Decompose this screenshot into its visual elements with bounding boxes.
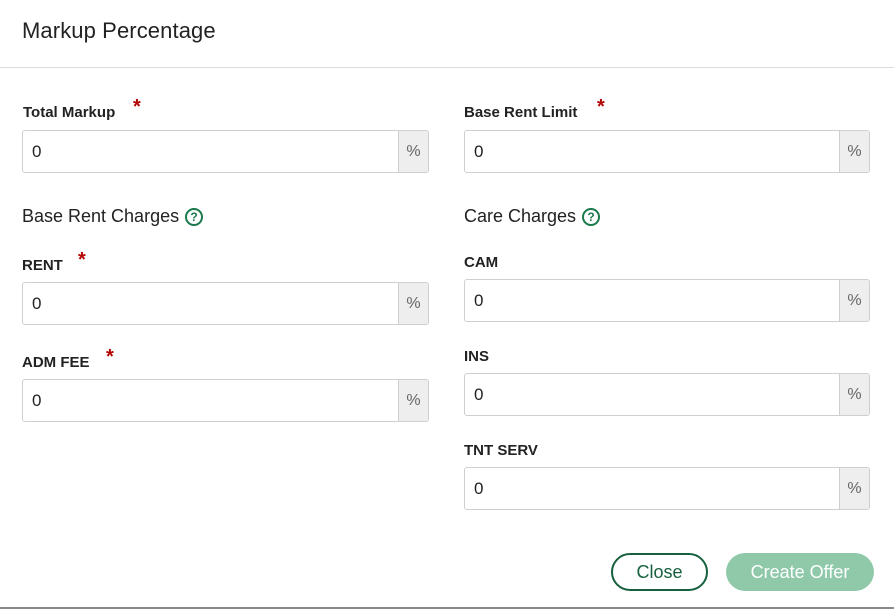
rent-label-text: RENT xyxy=(22,257,63,274)
dialog-bottom-border xyxy=(0,607,894,609)
required-marker: * xyxy=(106,346,114,368)
tnt-serv-input[interactable] xyxy=(465,468,839,509)
adm-fee-label-text: ADM FEE xyxy=(22,354,90,371)
base-rent-limit-input[interactable] xyxy=(465,131,839,172)
dialog-title: Markup Percentage xyxy=(22,18,216,43)
percent-addon: % xyxy=(839,131,869,172)
total-markup-input[interactable] xyxy=(23,131,398,172)
total-markup-input-group: % xyxy=(22,130,429,173)
base-rent-limit-label-text: Base Rent Limit xyxy=(464,104,578,121)
cam-input-group: % xyxy=(464,279,870,322)
ins-label: INS xyxy=(464,348,490,365)
question-circle-icon[interactable]: ? xyxy=(185,207,204,226)
percent-addon: % xyxy=(839,468,869,509)
care-charges-heading: Care Charges ? xyxy=(464,206,601,227)
required-marker: * xyxy=(133,96,141,118)
adm-fee-input[interactable] xyxy=(23,380,398,421)
ins-input[interactable] xyxy=(465,374,839,415)
close-button[interactable]: Close xyxy=(611,553,708,591)
total-markup-label: Total Markup * xyxy=(23,96,141,121)
adm-fee-input-group: % xyxy=(22,379,429,422)
base-rent-limit-input-group: % xyxy=(464,130,870,173)
percent-addon: % xyxy=(398,131,428,172)
percent-addon: % xyxy=(839,280,869,321)
percent-addon: % xyxy=(398,380,428,421)
base-rent-charges-heading: Base Rent Charges ? xyxy=(22,206,204,227)
tnt-serv-input-group: % xyxy=(464,467,870,510)
rent-input-group: % xyxy=(22,282,429,325)
ins-input-group: % xyxy=(464,373,870,416)
required-marker: * xyxy=(78,249,86,271)
rent-input[interactable] xyxy=(23,283,398,324)
question-circle-icon[interactable]: ? xyxy=(582,207,601,226)
percent-addon: % xyxy=(398,283,428,324)
rent-label: RENT * xyxy=(22,249,86,274)
create-offer-button[interactable]: Create Offer xyxy=(726,553,874,591)
markup-percentage-dialog: Markup Percentage Total Markup * % Base … xyxy=(0,0,894,611)
cam-label: CAM xyxy=(464,254,499,271)
adm-fee-label: ADM FEE * xyxy=(22,346,114,371)
cam-input[interactable] xyxy=(465,280,839,321)
percent-addon: % xyxy=(839,374,869,415)
base-rent-limit-label: Base Rent Limit * xyxy=(464,96,605,121)
required-marker: * xyxy=(597,96,605,118)
base-rent-charges-title: Base Rent Charges xyxy=(22,206,180,226)
total-markup-label-text: Total Markup xyxy=(23,104,116,121)
care-charges-title: Care Charges xyxy=(464,206,577,226)
dialog-header: Markup Percentage xyxy=(0,0,894,68)
tnt-serv-label: TNT SERV xyxy=(464,442,538,459)
